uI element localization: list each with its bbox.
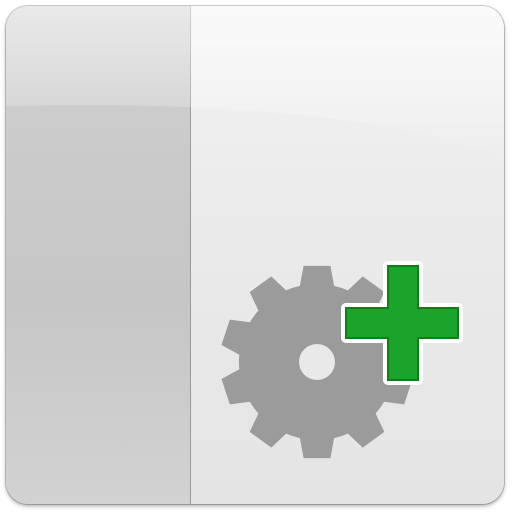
app-icon-tile <box>6 6 504 504</box>
gear-hole <box>299 344 335 380</box>
